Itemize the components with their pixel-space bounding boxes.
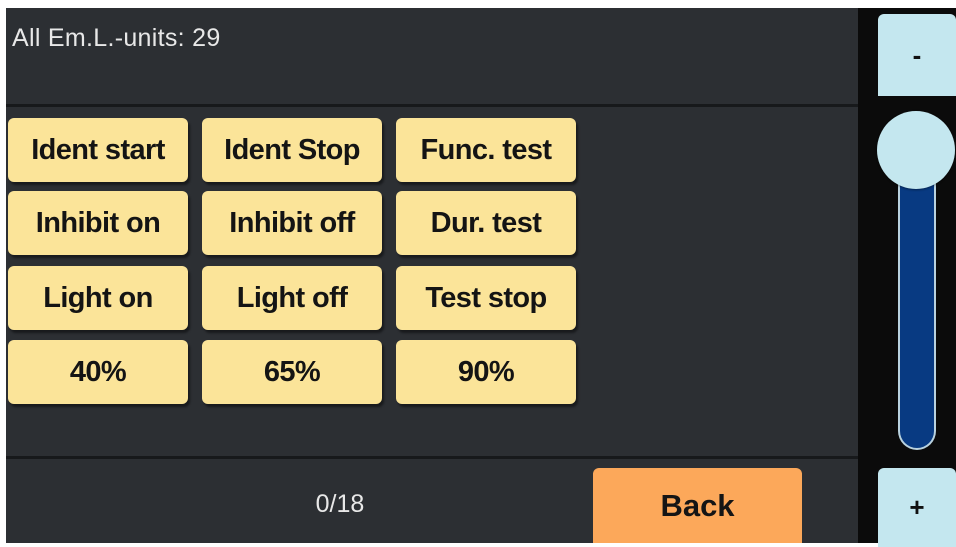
level-90-button[interactable]: 90% xyxy=(396,340,576,404)
page-counter: 0/18 xyxy=(315,490,365,518)
scroll-up-button[interactable]: - xyxy=(878,14,956,96)
func-test-button[interactable]: Func. test xyxy=(396,118,576,182)
inhibit-on-button[interactable]: Inhibit on xyxy=(8,191,188,255)
level-40-button[interactable]: 40% xyxy=(8,340,188,404)
page-title: All Em.L.-units: 29 xyxy=(12,24,221,52)
ident-stop-button[interactable]: Ident Stop xyxy=(202,118,382,182)
scroll-down-button[interactable]: + xyxy=(878,468,956,547)
inhibit-off-button[interactable]: Inhibit off xyxy=(202,191,382,255)
ident-start-button[interactable]: Ident start xyxy=(8,118,188,182)
level-65-button[interactable]: 65% xyxy=(202,340,382,404)
scroll-track[interactable] xyxy=(898,172,936,450)
scroll-thumb[interactable] xyxy=(877,111,955,189)
header-divider xyxy=(6,104,858,107)
light-on-button[interactable]: Light on xyxy=(8,266,188,330)
test-stop-button[interactable]: Test stop xyxy=(396,266,576,330)
light-off-button[interactable]: Light off xyxy=(202,266,382,330)
back-button[interactable]: Back xyxy=(593,468,802,543)
footer-divider xyxy=(6,456,858,459)
dur-test-button[interactable]: Dur. test xyxy=(396,191,576,255)
screen: All Em.L.-units: 29 Ident start Ident St… xyxy=(0,0,956,547)
